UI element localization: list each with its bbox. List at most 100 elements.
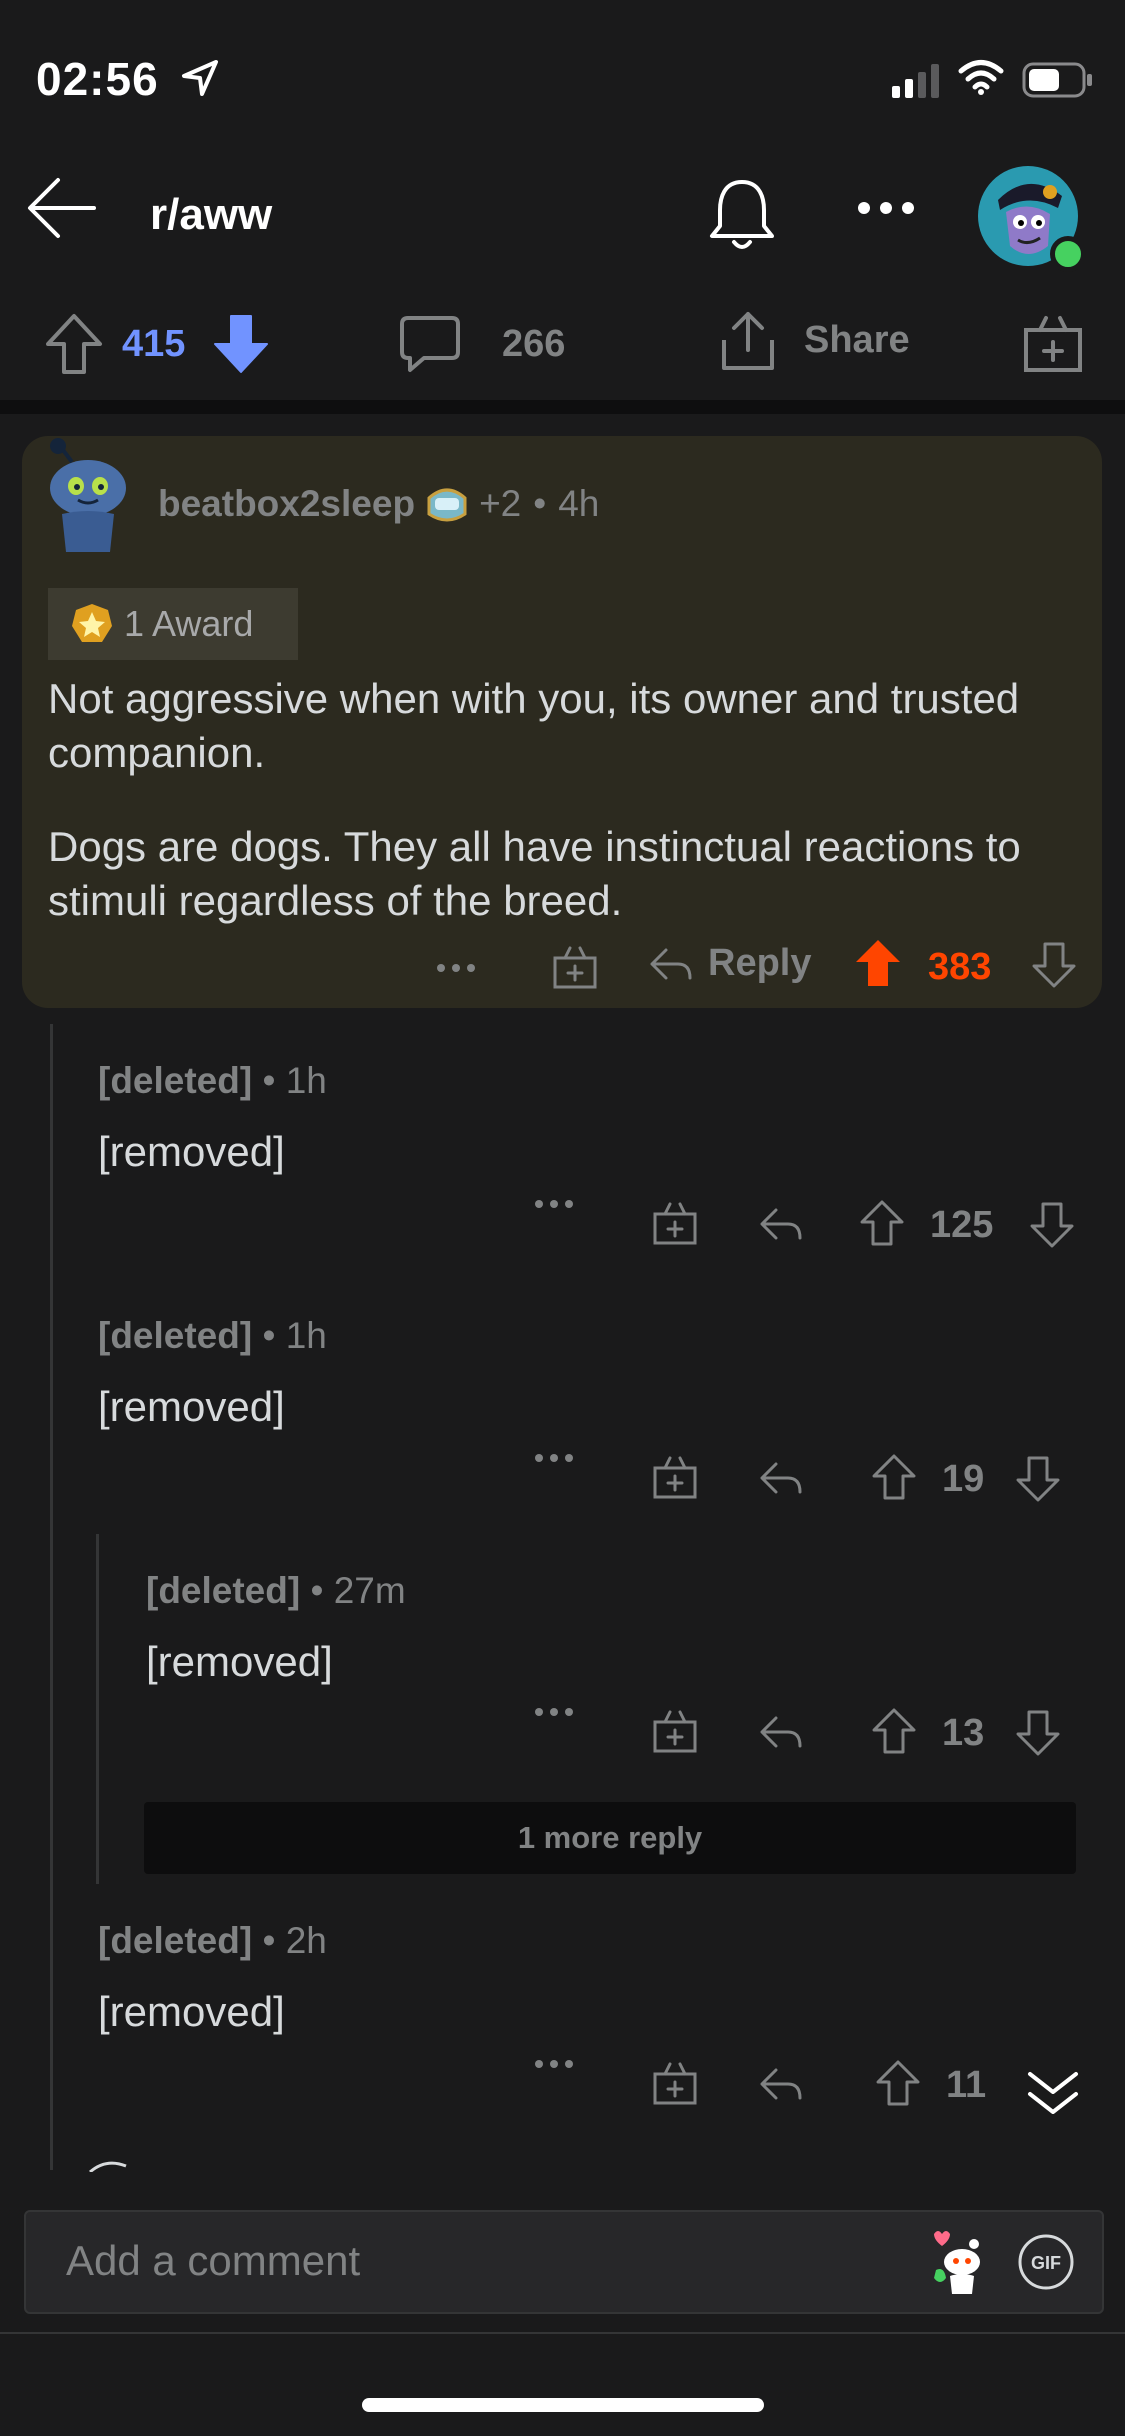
comment-actions xyxy=(534,1706,574,1718)
comment-age: 2h xyxy=(285,1920,327,1961)
comment-score: 13 xyxy=(942,1712,985,1754)
comment-author[interactable]: [deleted] xyxy=(146,1570,300,1611)
award-count: 1 Award xyxy=(124,603,254,644)
upvote-icon[interactable] xyxy=(876,2060,920,2106)
award-gift-icon[interactable] xyxy=(652,2060,698,2106)
more-icon[interactable] xyxy=(534,1706,574,1718)
comment-input[interactable] xyxy=(64,2230,868,2292)
reply-comment: [deleted] • 1h [removed] xyxy=(98,1060,327,1175)
reply-arrow-icon xyxy=(650,948,692,979)
comment-author[interactable]: [deleted] xyxy=(98,1060,252,1101)
comment-actions xyxy=(534,1452,574,1464)
helmet-flair-icon xyxy=(427,488,467,522)
upvote-icon[interactable] xyxy=(860,1200,904,1246)
highlighted-comment: beatbox2sleep +2 • 4h 1 Award Not aggres… xyxy=(22,436,1102,1008)
gif-icon[interactable]: GIF xyxy=(1016,2232,1076,2292)
comments-button[interactable]: 266 xyxy=(398,312,565,376)
home-indicator[interactable] xyxy=(362,2398,764,2412)
comment-author[interactable]: [deleted] xyxy=(98,1920,252,1961)
comment-actions: Reply 383 xyxy=(22,936,1102,1006)
comment-age: 1h xyxy=(285,1315,327,1356)
reply-label: Reply xyxy=(708,942,812,984)
more-icon[interactable] xyxy=(534,1198,574,1210)
comment-score: 11 xyxy=(946,2064,987,2106)
more-icon[interactable] xyxy=(436,962,476,974)
comment-meta: beatbox2sleep +2 • 4h xyxy=(158,480,599,528)
post-action-bar: 415 266 Share xyxy=(0,290,1125,400)
wifi-icon xyxy=(958,60,1004,95)
back-arrow-icon[interactable] xyxy=(24,170,100,246)
upvote-icon[interactable] xyxy=(854,938,902,988)
comment-bubble-icon xyxy=(400,316,460,372)
partial-avatar xyxy=(89,2161,127,2172)
comment-score: 125 xyxy=(930,1204,994,1246)
reply-comment: [deleted] • 1h [removed] xyxy=(98,1315,327,1430)
award-gift-icon[interactable] xyxy=(552,944,598,990)
award-gift-icon[interactable] xyxy=(652,1454,698,1500)
comment-body: [removed] xyxy=(98,1988,285,2035)
battery-icon xyxy=(1022,62,1092,98)
post-vote-count: 415 xyxy=(122,322,186,365)
cellular-signal-icon xyxy=(892,64,939,98)
share-icon xyxy=(722,312,774,370)
more-replies-button[interactable]: 1 more reply xyxy=(144,1802,1076,1874)
award-gift-icon[interactable] xyxy=(1022,312,1084,374)
clock: 02:56 xyxy=(36,53,159,105)
upvote-icon[interactable] xyxy=(44,312,104,376)
snoo-emoji-icon[interactable] xyxy=(922,2226,994,2298)
downvote-icon[interactable] xyxy=(1016,1456,1060,1502)
reply-comment: [deleted] • 2h [removed] xyxy=(98,1920,327,2035)
reply-arrow-icon[interactable] xyxy=(758,1712,804,1752)
comment-score: 383 xyxy=(928,946,992,988)
svg-text:GIF: GIF xyxy=(1031,2253,1061,2273)
more-icon[interactable] xyxy=(534,2058,574,2070)
comment-age: 4h xyxy=(558,483,600,524)
thread-line[interactable] xyxy=(96,1534,99,1884)
location-arrow-icon xyxy=(182,60,218,96)
top-nav: r/aww xyxy=(0,160,1125,272)
comment-age: 27m xyxy=(333,1570,406,1611)
reply-arrow-icon[interactable] xyxy=(758,1458,804,1498)
thread-line[interactable] xyxy=(50,1024,53,2170)
comment-body: [removed] xyxy=(98,1383,285,1430)
award-chip[interactable]: 1 Award xyxy=(48,588,298,660)
section-divider xyxy=(0,400,1125,414)
notification-bell-icon[interactable] xyxy=(700,172,784,256)
subreddit-title[interactable]: r/aww xyxy=(150,190,272,240)
chevron-down-icon[interactable] xyxy=(1020,2060,1086,2126)
upvote-icon[interactable] xyxy=(872,1454,916,1500)
downvote-icon[interactable] xyxy=(1016,1710,1060,1756)
award-gift-icon[interactable] xyxy=(652,1200,698,1246)
comment-composer: GIF xyxy=(0,2190,1125,2330)
more-options-icon[interactable] xyxy=(856,200,916,216)
reply-arrow-icon[interactable] xyxy=(758,1204,804,1244)
comment-author[interactable]: beatbox2sleep xyxy=(158,483,415,525)
downvote-icon[interactable] xyxy=(211,312,271,376)
comment-paragraph: Not aggressive when with you, its owner … xyxy=(48,675,1020,776)
share-label: Share xyxy=(804,318,910,361)
comment-actions xyxy=(534,1198,574,1210)
post-vote-group: 415 xyxy=(44,312,271,376)
downvote-icon[interactable] xyxy=(1032,942,1076,988)
meta-separator: • xyxy=(533,483,547,524)
comment-actions xyxy=(534,2058,574,2070)
comment-body: [removed] xyxy=(146,1638,333,1685)
comment-input-box[interactable]: GIF xyxy=(24,2210,1104,2314)
comment-age: 1h xyxy=(285,1060,327,1101)
upvote-icon[interactable] xyxy=(872,1708,916,1754)
reply-arrow-icon[interactable] xyxy=(758,2064,804,2104)
comment-count: 266 xyxy=(502,322,566,365)
share-button[interactable]: Share xyxy=(718,308,910,372)
comment-paragraph: Dogs are dogs. They all have instinctual… xyxy=(48,823,1021,924)
comment-body: [removed] xyxy=(98,1128,285,1175)
more-icon[interactable] xyxy=(534,1452,574,1464)
downvote-icon[interactable] xyxy=(1030,1202,1074,1248)
reply-comment: [deleted] • 27m [removed] xyxy=(146,1570,406,1685)
status-bar: 02:56 xyxy=(0,0,1125,150)
extra-flairs: +2 xyxy=(479,483,522,524)
award-gift-icon[interactable] xyxy=(652,1708,698,1754)
gold-award-icon xyxy=(72,604,112,642)
user-snoo-avatar[interactable] xyxy=(36,436,146,556)
comment-author[interactable]: [deleted] xyxy=(98,1315,252,1356)
reply-button[interactable]: Reply xyxy=(648,942,811,985)
